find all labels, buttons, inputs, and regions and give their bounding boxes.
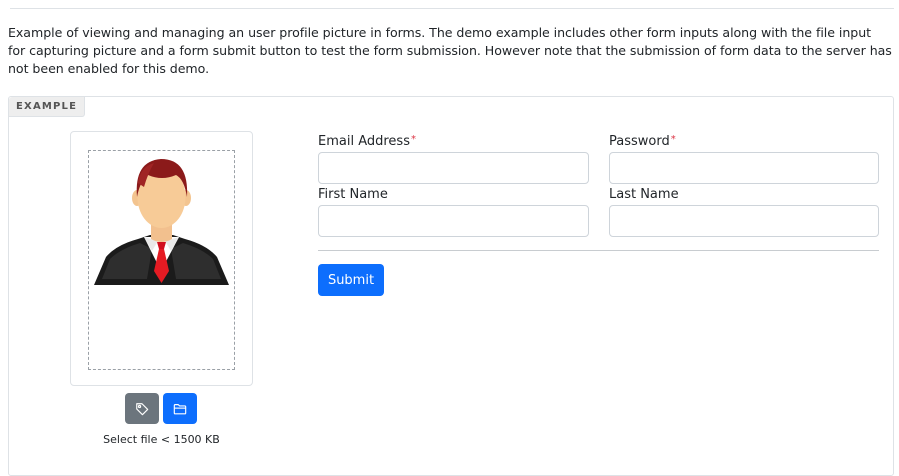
submit-button[interactable]: Submit [318,264,384,296]
upload-button-group [125,393,197,424]
first-name-label: First Name [318,187,388,202]
email-field[interactable] [318,152,589,184]
example-tag: EXAMPLE [9,97,86,117]
intro-paragraph: Example of viewing and managing an user … [8,25,892,76]
password-label: Password* [609,134,676,149]
required-mark: * [670,134,676,145]
top-divider [10,8,894,9]
required-mark: * [410,134,416,145]
default-avatar-image [94,159,229,285]
last-name-field[interactable] [609,205,879,237]
file-size-note: Select file < 1500 KB [103,433,220,446]
last-name-label: Last Name [609,187,679,202]
form-divider [318,250,879,251]
profile-picture-card [70,131,253,386]
profile-picture-frame[interactable] [88,150,235,370]
first-name-field[interactable] [318,205,589,237]
browse-file-button[interactable] [163,393,197,424]
tag-icon [136,402,149,415]
folder-icon [173,403,187,414]
password-field[interactable] [609,152,879,184]
email-label: Email Address* [318,134,416,149]
example-panel: EXAMPLE Select file < 1500 KB Email Addr… [8,96,894,476]
tag-button[interactable] [125,393,159,424]
